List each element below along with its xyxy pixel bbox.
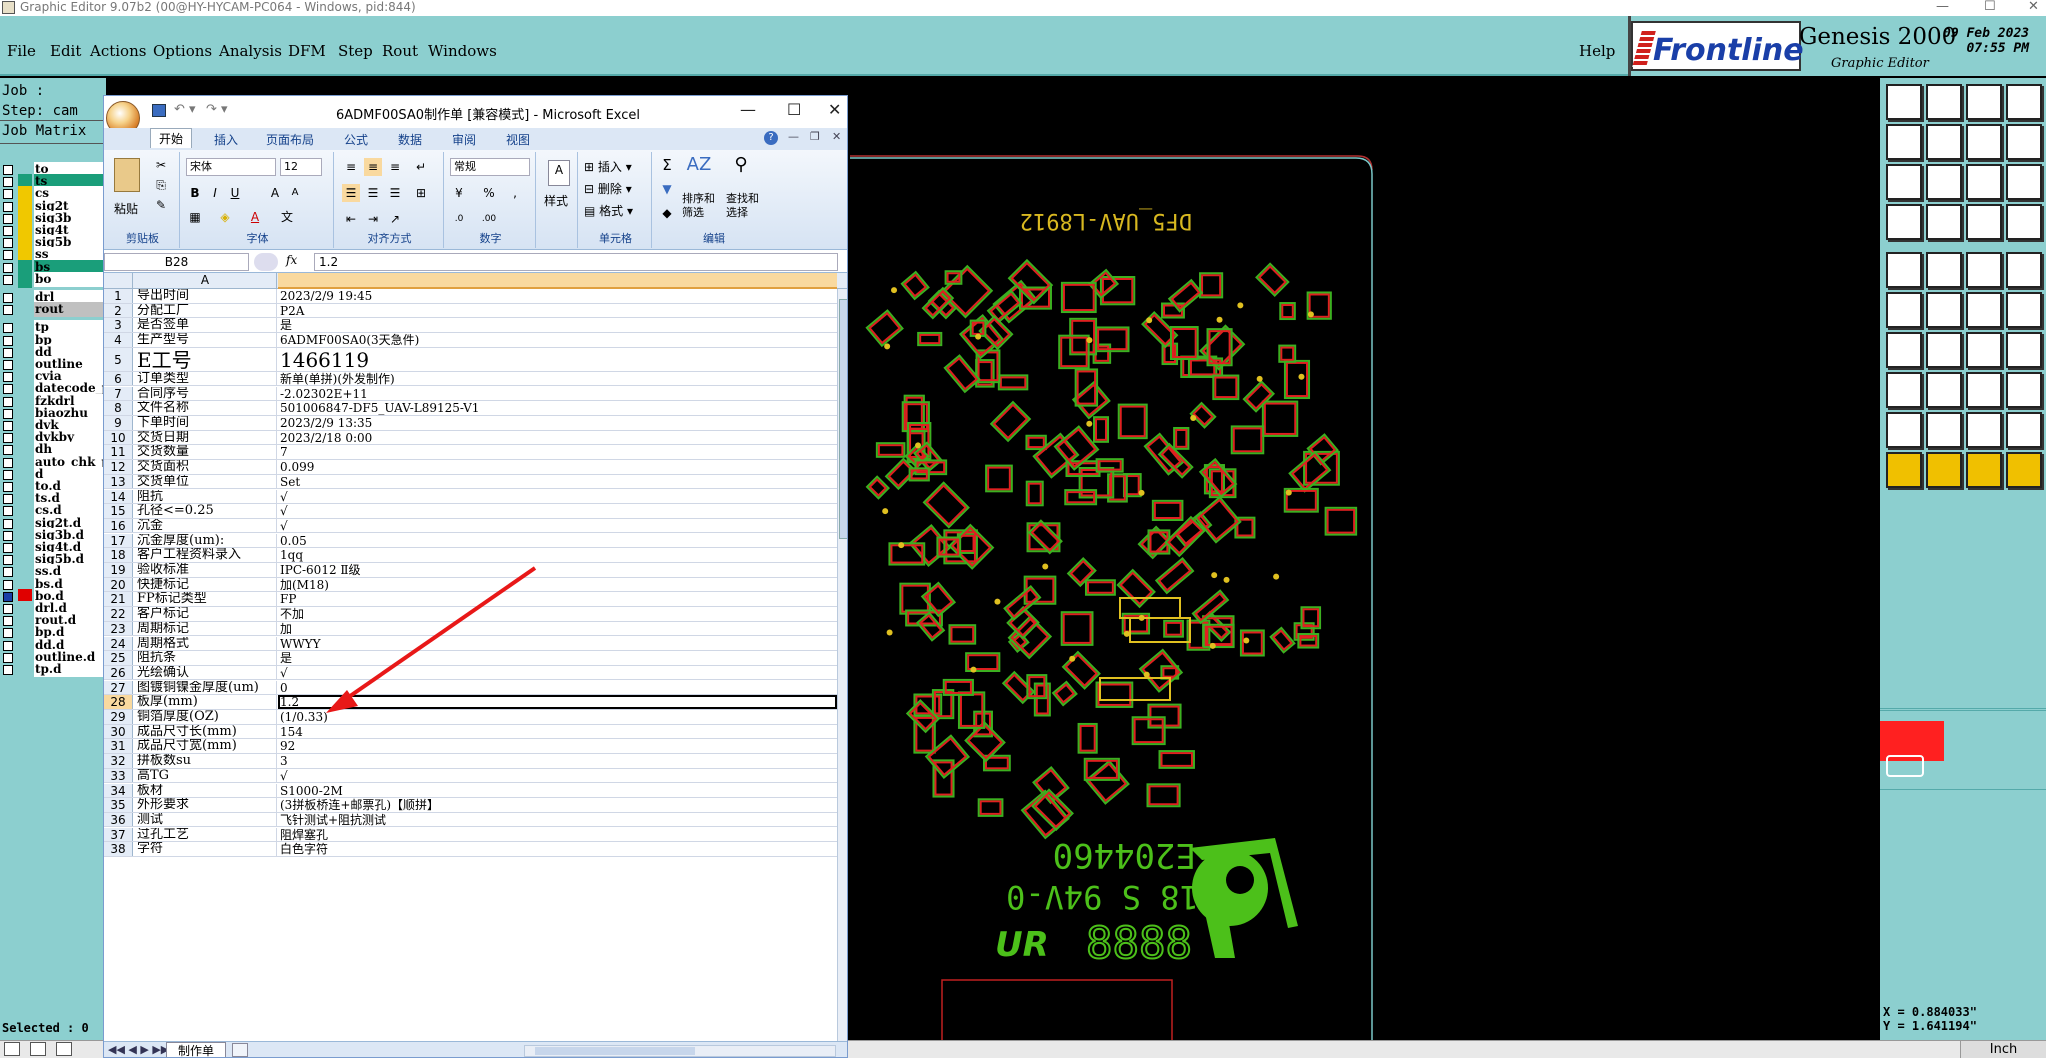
- red-arrow-annotation: [326, 566, 537, 713]
